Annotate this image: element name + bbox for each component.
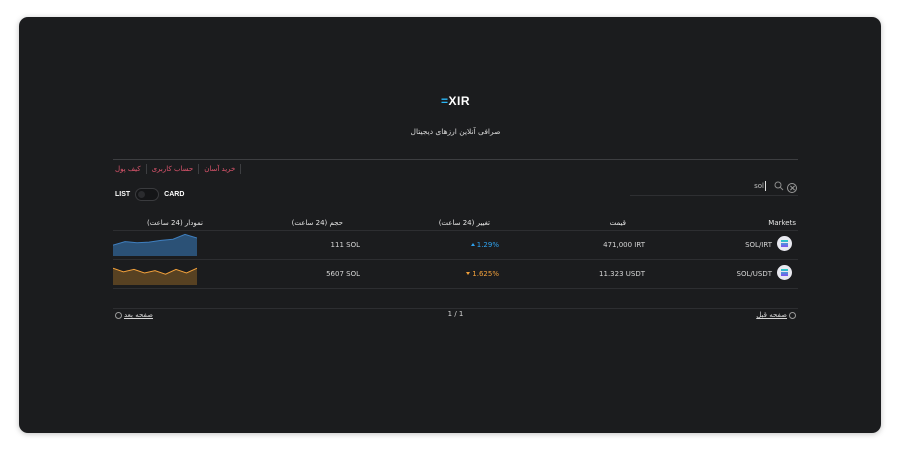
header-markets: Markets [768, 219, 796, 227]
view-switch[interactable] [135, 188, 160, 201]
search-icon [774, 181, 784, 191]
search-input[interactable] [654, 180, 764, 192]
table-header: Markets قیمت تغییر (24 ساعت) حجم (24 ساع… [113, 216, 798, 231]
header-chart: نمودار (24 ساعت) [147, 219, 203, 227]
market-pair: SOL/IRT [745, 241, 772, 249]
list-label[interactable]: LIST [115, 191, 130, 198]
clear-icon[interactable] [787, 183, 797, 193]
switch-knob [138, 191, 146, 198]
volume-value: 5607 SOL [326, 270, 360, 278]
quick-links: کیف پول حساب کاربری خرید آسان [113, 164, 242, 174]
header-volume: حجم (24 ساعت) [291, 219, 343, 227]
arrow-up-icon [470, 243, 475, 246]
divider [113, 159, 798, 160]
link-easy-buy[interactable]: خرید آسان [199, 165, 240, 173]
search-box [630, 178, 798, 196]
tagline: صرافی آنلاین ارزهای دیجیتال [410, 127, 501, 136]
sol-coin-icon [777, 265, 792, 280]
prev-circle-icon [789, 311, 796, 319]
view-toggle: LIST CARD [115, 188, 184, 201]
arrow-down-icon [466, 272, 471, 275]
price-value: 11.323 USDT [599, 270, 645, 278]
market-pair: SOL/USDT [736, 270, 772, 278]
table-row[interactable]: SOL/IRT 471,000 IRT 1.29% 111 SOL [113, 231, 798, 260]
volume-value: 111 SOL [330, 241, 360, 249]
link-separator [240, 164, 242, 174]
card-label[interactable]: CARD [164, 191, 184, 198]
page-indicator: 1 / 1 [447, 310, 464, 318]
content: =XIR صرافی آنلاین ارزهای دیجیتال کیف پول… [113, 17, 798, 433]
change-value: 1.625% [466, 270, 499, 278]
change-value: 1.29% [470, 241, 499, 249]
app-window: =XIR صرافی آنلاین ارزهای دیجیتال کیف پول… [19, 17, 881, 433]
sparkline-area [113, 234, 197, 256]
prev-page-link[interactable]: صفحه قبل [756, 311, 798, 319]
link-wallet[interactable]: کیف پول [113, 165, 146, 173]
sparkline-chart [113, 267, 197, 285]
header-change: تغییر (24 ساعت) [438, 219, 490, 227]
sol-coin-icon [777, 236, 792, 251]
table-row[interactable]: SOL/USDT 11.323 USDT 1.625% 5607 SOL [113, 260, 798, 289]
logo-mark: = [440, 94, 449, 108]
link-account[interactable]: حساب کاربری [147, 165, 199, 173]
logo-text: XIR [448, 94, 471, 108]
pagination: صفحه بعد 1 / 1 صفحه قبل [113, 308, 798, 323]
header-price: قیمت [609, 219, 626, 227]
logo: =XIR [113, 94, 798, 108]
price-value: 471,000 IRT [603, 241, 645, 249]
sparkline-chart [113, 233, 197, 256]
text-caret [765, 181, 766, 191]
